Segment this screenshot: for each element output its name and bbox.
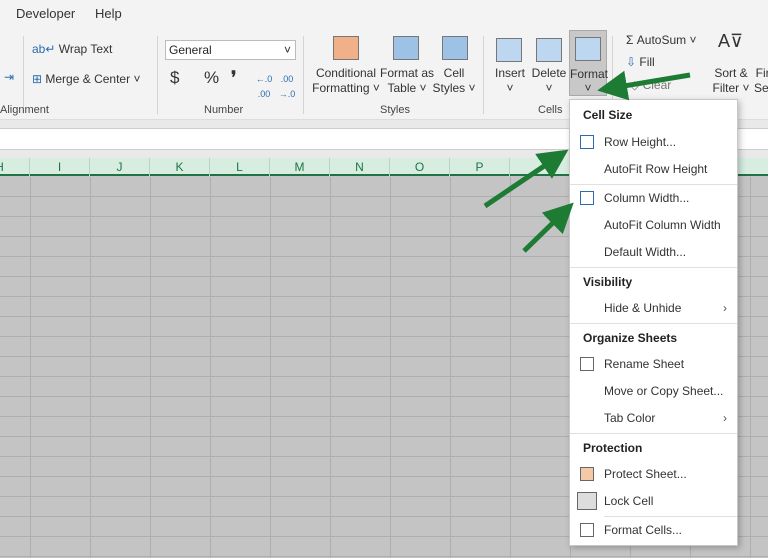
arrow-to-format — [597, 70, 691, 101]
arrow-to-row-height — [483, 149, 569, 209]
annotation-arrows — [483, 70, 691, 253]
arrow-to-column-width — [522, 202, 574, 253]
